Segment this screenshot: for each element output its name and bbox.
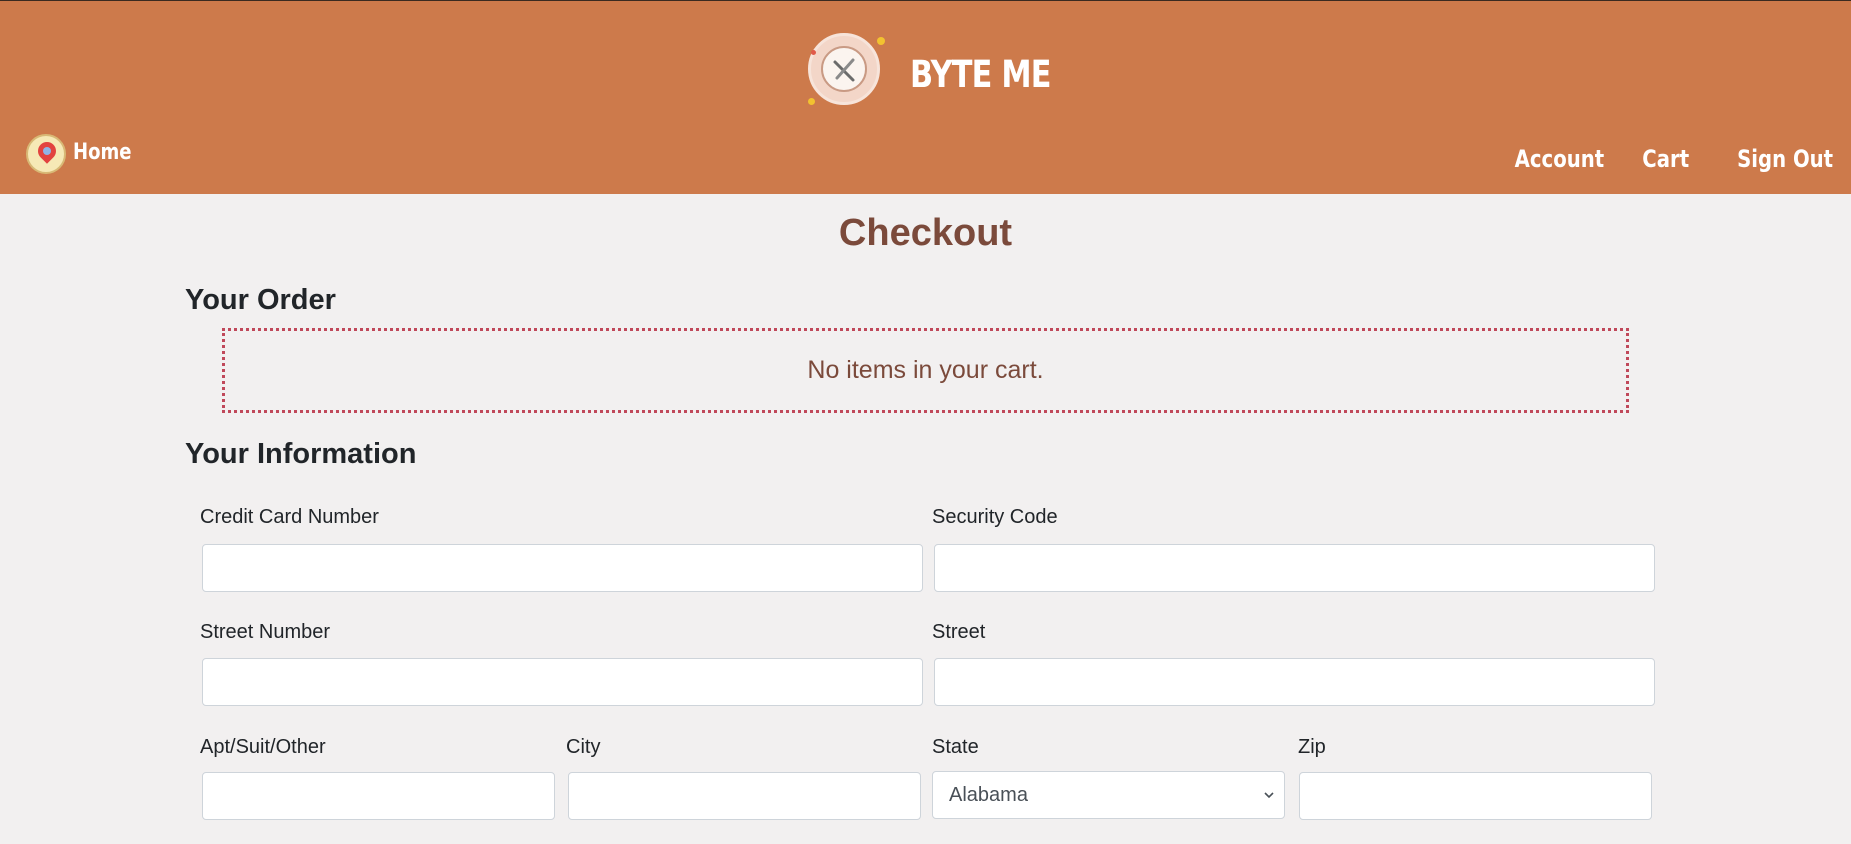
brand-name: BYTE ME: [910, 53, 1051, 96]
state-label: State: [932, 736, 979, 758]
credit-card-label: Credit Card Number: [200, 506, 379, 528]
chevron-down-icon: [1264, 772, 1274, 837]
apt-label: Apt/Suit/Other: [200, 736, 326, 758]
info-heading: Your Information: [185, 438, 417, 470]
brand[interactable]: BYTE ME: [808, 33, 1051, 113]
zip-input[interactable]: [1299, 772, 1652, 820]
city-label: City: [566, 736, 601, 758]
page-title: Checkout: [838, 212, 1013, 254]
home-link[interactable]: Home: [26, 134, 136, 174]
home-label: Home: [73, 140, 132, 165]
street-label: Street: [932, 621, 986, 643]
empty-cart-box: No items in your cart.: [222, 328, 1629, 413]
street-number-input[interactable]: [202, 658, 923, 706]
state-select-value: Alabama: [949, 784, 1028, 806]
location-pin-icon: [26, 134, 66, 174]
order-heading: Your Order: [185, 284, 336, 316]
security-code-input[interactable]: [934, 544, 1655, 592]
state-select[interactable]: Alabama: [932, 771, 1285, 819]
empty-cart-message: No items in your cart.: [807, 356, 1044, 384]
nav-sign-out[interactable]: Sign Out: [1737, 145, 1833, 173]
street-number-label: Street Number: [200, 621, 331, 643]
site-header: BYTE ME Home Account Cart Sign Out: [0, 0, 1851, 194]
plate-fork-icon: [808, 33, 885, 105]
apt-input[interactable]: [202, 772, 555, 820]
nav-cart[interactable]: Cart: [1642, 145, 1689, 173]
nav-menu: Account Cart Sign Out: [1473, 145, 1833, 175]
street-input[interactable]: [934, 658, 1655, 706]
city-input[interactable]: [568, 772, 921, 820]
nav-account[interactable]: Account: [1515, 145, 1605, 173]
credit-card-input[interactable]: [202, 544, 923, 592]
security-code-label: Security Code: [932, 506, 1058, 528]
zip-label: Zip: [1298, 736, 1326, 758]
